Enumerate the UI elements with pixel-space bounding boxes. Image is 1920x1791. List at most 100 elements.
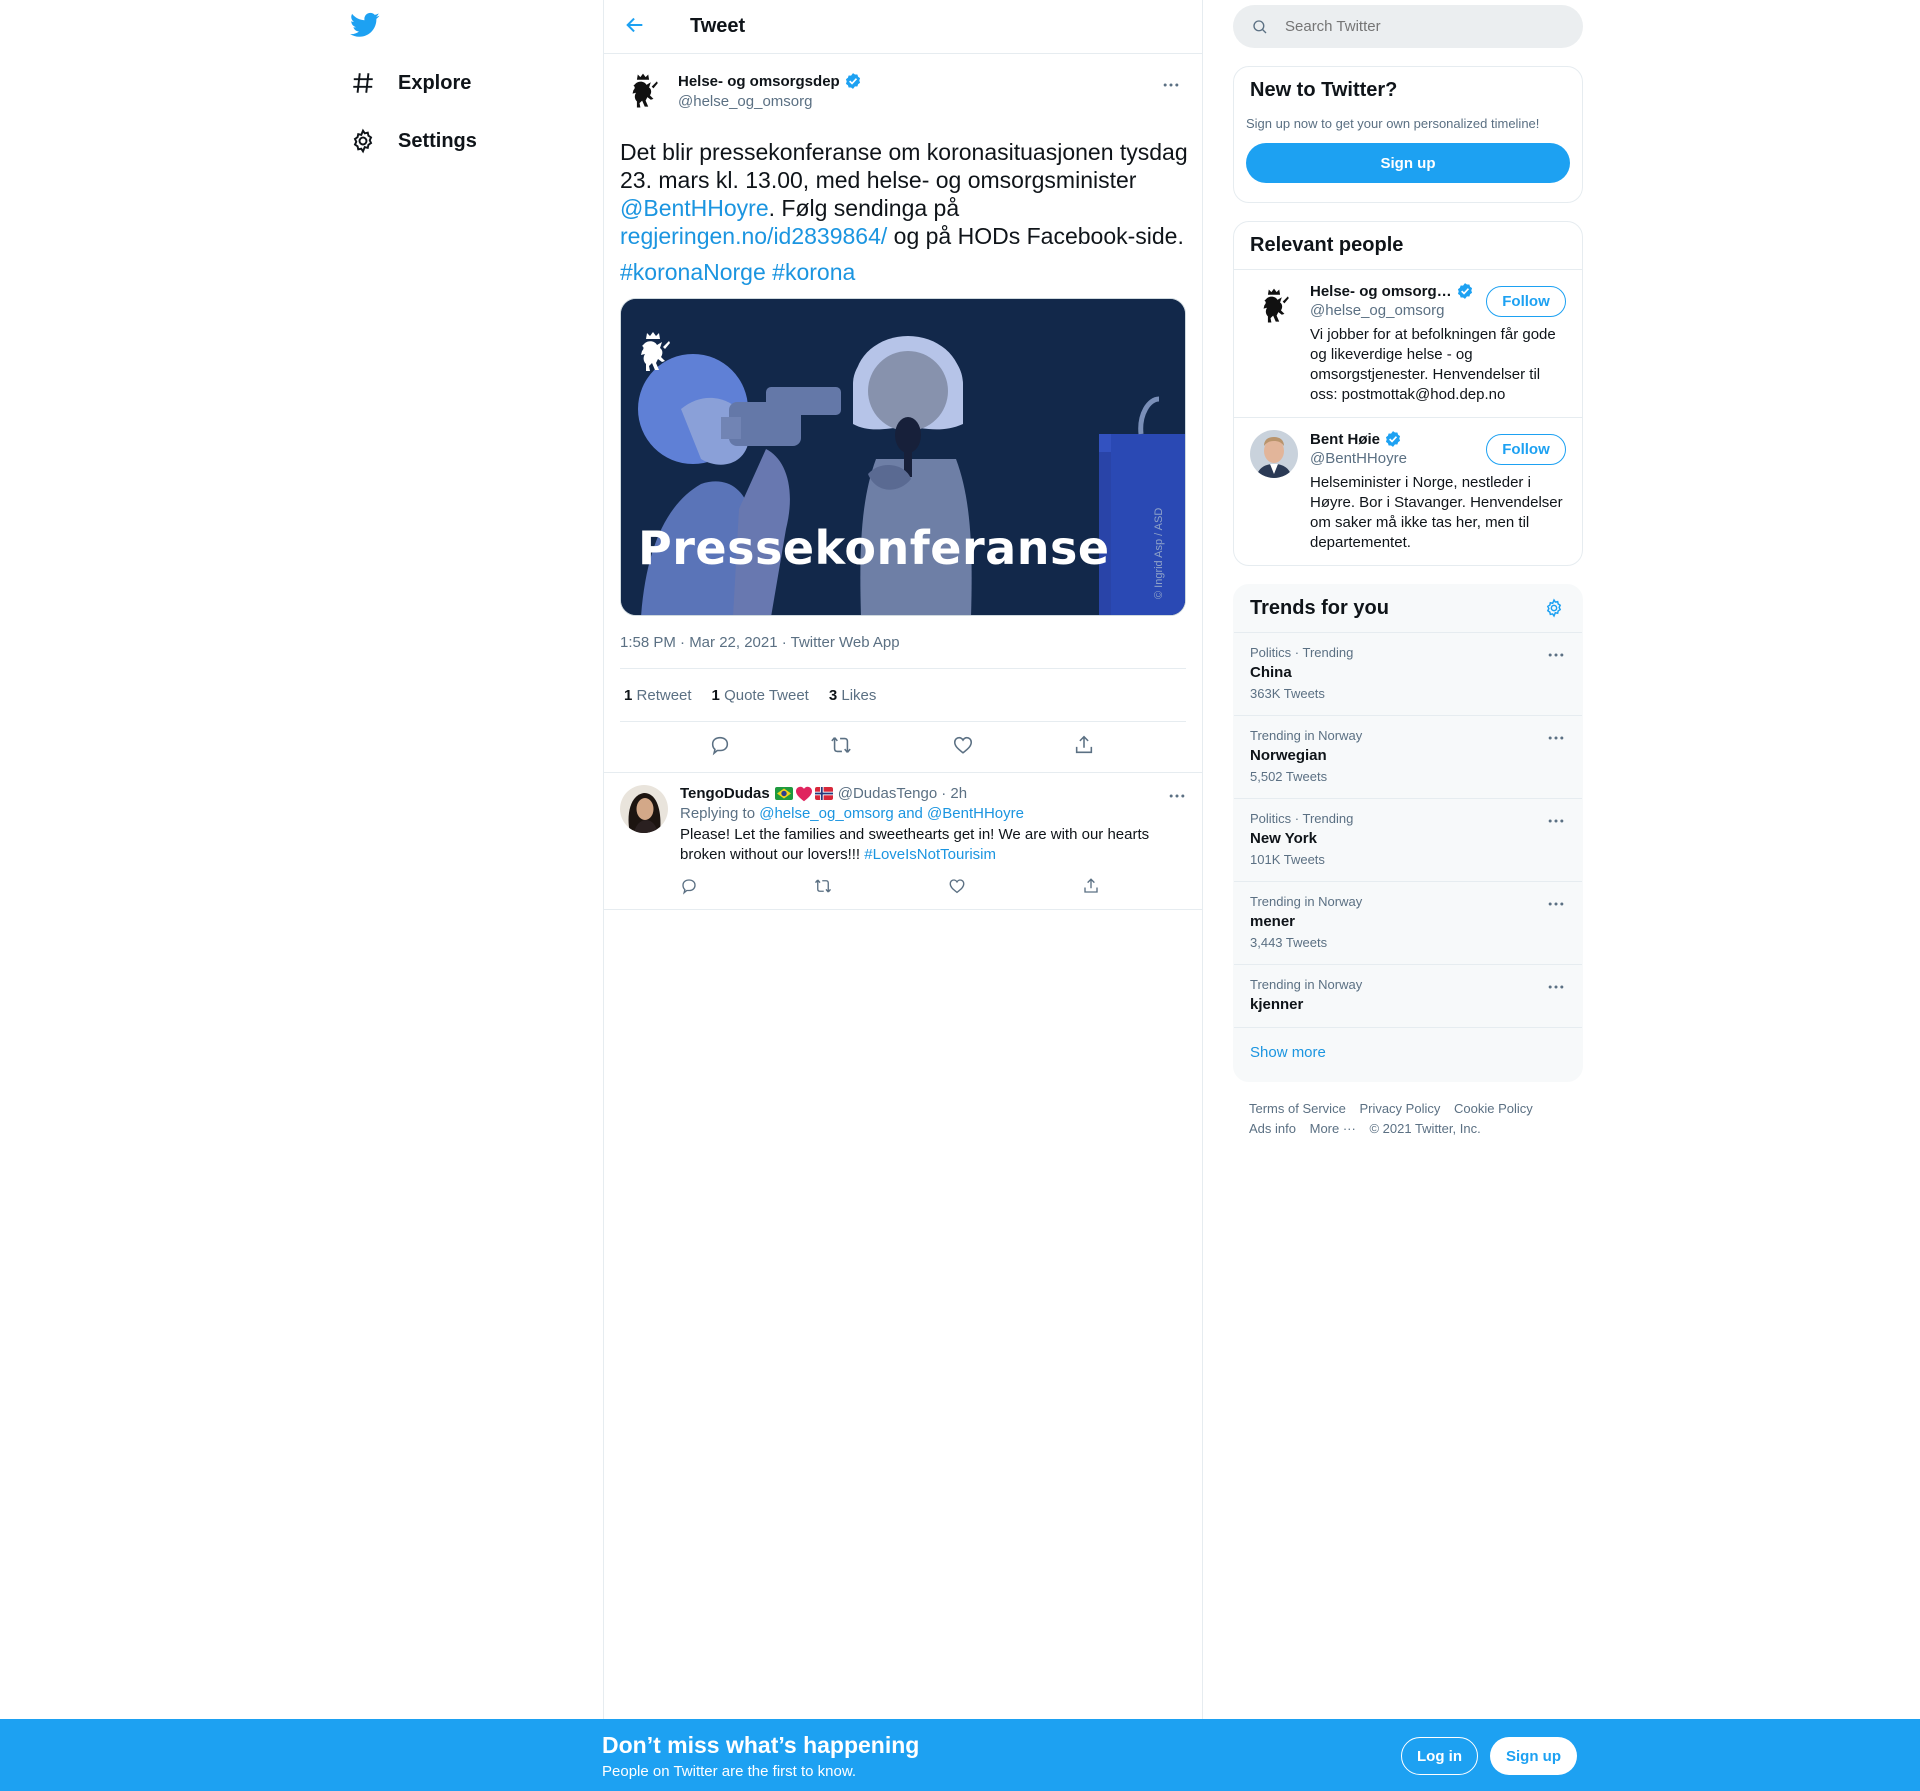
quotes-count: 1 bbox=[711, 686, 720, 704]
tweet-stats: 1 Retweet 1 Quote Tweet 3 Likes bbox=[620, 669, 1186, 722]
tweet-timestamp[interactable]: 1:58 PM · Mar 22, 2021 · Twitter Web App bbox=[620, 634, 1186, 669]
trend-more-icon[interactable] bbox=[1546, 645, 1566, 665]
new-to-twitter-subtitle: Sign up now to get your own personalized… bbox=[1246, 116, 1540, 131]
trend-item[interactable]: Trending in Norway Norwegian 5,502 Tweet… bbox=[1234, 716, 1582, 799]
nav-explore-label: Explore bbox=[398, 71, 472, 94]
trend-item[interactable]: Trending in Norway kjenner bbox=[1234, 965, 1582, 1028]
retweets-stat[interactable]: 1 Retweet bbox=[624, 687, 692, 704]
reply-author-name[interactable]: TengoDudas bbox=[680, 785, 770, 802]
twitter-logo-icon[interactable] bbox=[350, 10, 384, 44]
hashtag-icon bbox=[350, 70, 376, 96]
more-link[interactable]: More ··· bbox=[1310, 1121, 1356, 1136]
login-button[interactable]: Log in bbox=[1401, 1737, 1478, 1775]
reply-author-handle[interactable]: @DudasTengo bbox=[838, 785, 937, 802]
main-column: Tweet Helse- og omsorgsdep @helse_og_oms… bbox=[603, 0, 1203, 1791]
person-item[interactable]: Helse- og omsorg… @helse_og_omsorg Vi jo… bbox=[1234, 270, 1582, 418]
main-tweet: Helse- og omsorgsdep @helse_og_omsorg De… bbox=[604, 54, 1202, 770]
show-more-link[interactable]: Show more bbox=[1234, 1028, 1582, 1081]
retweet-icon[interactable] bbox=[830, 734, 854, 758]
verified-badge-icon bbox=[1457, 283, 1472, 299]
back-arrow-icon[interactable] bbox=[624, 14, 650, 40]
reply-avatar[interactable] bbox=[620, 785, 668, 833]
trend-item[interactable]: Politics · Trending China 363K Tweets bbox=[1234, 633, 1582, 716]
person-item[interactable]: Bent Høie @BentHHoyre Helseminister i No… bbox=[1234, 418, 1582, 565]
nav-settings-label: Settings bbox=[398, 129, 477, 152]
cookie-link[interactable]: Cookie Policy bbox=[1454, 1101, 1533, 1116]
url-link[interactable]: regjeringen.no/id2839864/ bbox=[620, 223, 887, 249]
bottom-bar-subtitle: People on Twitter are the first to know. bbox=[602, 1763, 857, 1780]
author-name-row[interactable]: Helse- og omsorgsdep bbox=[678, 72, 862, 90]
verified-badge-icon bbox=[845, 73, 860, 89]
reply-body: TengoDudas @DudasTengo · 2h Replying to … bbox=[680, 785, 1188, 899]
terms-link[interactable]: Terms of Service bbox=[1249, 1101, 1346, 1116]
trend-count: 3,443 Tweets bbox=[1250, 935, 1328, 950]
reply-like-icon[interactable] bbox=[948, 877, 966, 897]
hashtag-link-1[interactable]: #koronaNorge bbox=[620, 259, 766, 285]
reply-header: TengoDudas @DudasTengo · 2h bbox=[680, 785, 1188, 802]
trend-item[interactable]: Trending in Norway mener 3,443 Tweets bbox=[1234, 882, 1582, 965]
trend-more-icon[interactable] bbox=[1546, 894, 1566, 914]
trends-card: Trends for you Politics · Trending China… bbox=[1233, 584, 1583, 1082]
signup-button[interactable]: Sign up bbox=[1490, 1737, 1577, 1775]
nav-explore[interactable]: Explore bbox=[350, 63, 471, 103]
norway-flag-icon bbox=[814, 787, 833, 800]
trend-more-icon[interactable] bbox=[1546, 811, 1566, 831]
reply-tweet[interactable]: TengoDudas @DudasTengo · 2h Replying to … bbox=[604, 772, 1202, 910]
reply-retweet-icon[interactable] bbox=[814, 877, 832, 897]
right-sidebar: New to Twitter? Sign up now to get your … bbox=[1233, 0, 1583, 1139]
nav-settings[interactable]: Settings bbox=[350, 121, 477, 161]
search-bar[interactable] bbox=[1233, 5, 1583, 48]
reply-hashtag[interactable]: #LoveIsNotTourisim bbox=[864, 846, 996, 863]
trend-more-icon[interactable] bbox=[1546, 728, 1566, 748]
relevant-people-title: Relevant people bbox=[1234, 222, 1582, 270]
sidebar-signup-button[interactable]: Sign up bbox=[1246, 143, 1570, 183]
footer-links: Terms of Service Privacy Policy Cookie P… bbox=[1233, 1082, 1583, 1139]
author-info: Helse- og omsorgsdep @helse_og_omsorg bbox=[678, 68, 862, 126]
tweet-image[interactable]: Pressekonferanse © Ingrid Asp / ASD bbox=[620, 298, 1186, 616]
person-name: Bent Høie bbox=[1310, 430, 1381, 448]
mention-link[interactable]: @BentHHoyre bbox=[620, 195, 769, 221]
tweet-header: Helse- og omsorgsdep @helse_og_omsorg bbox=[620, 68, 1186, 126]
trend-name: Norwegian bbox=[1250, 747, 1327, 764]
reply-reply-icon[interactable] bbox=[680, 877, 698, 897]
bottom-bar-title: Don’t miss what’s happening bbox=[602, 1732, 920, 1758]
reply-icon[interactable] bbox=[709, 734, 733, 758]
person-avatar[interactable] bbox=[1250, 282, 1298, 330]
search-input[interactable] bbox=[1285, 18, 1545, 35]
privacy-link[interactable]: Privacy Policy bbox=[1359, 1101, 1440, 1116]
image-credit-text: © Ingrid Asp / ASD bbox=[1153, 507, 1165, 599]
brazil-flag-icon bbox=[774, 787, 793, 800]
reply-actions bbox=[680, 875, 1188, 899]
reply-more-options-icon[interactable] bbox=[1162, 781, 1192, 811]
author-handle[interactable]: @helse_og_omsorg bbox=[678, 93, 862, 110]
coat-of-arms-lion-icon bbox=[1263, 288, 1289, 323]
image-title-text: Pressekonferanse bbox=[638, 521, 1110, 575]
like-icon[interactable] bbox=[952, 734, 976, 758]
retweets-label: Retweet bbox=[636, 686, 692, 704]
coat-of-arms-lion-icon bbox=[632, 73, 658, 108]
replying-to-users[interactable]: @helse_og_omsorg and @BentHHoyre bbox=[759, 805, 1024, 822]
tweet-actions bbox=[620, 722, 1186, 770]
tweet-text-part-2: . Følg sendinga på bbox=[768, 195, 960, 221]
trends-settings-gear-icon[interactable] bbox=[1544, 598, 1566, 620]
trend-more-icon[interactable] bbox=[1546, 977, 1566, 997]
share-icon[interactable] bbox=[1073, 734, 1097, 758]
more-options-icon[interactable] bbox=[1156, 70, 1186, 100]
reply-time[interactable]: · 2h bbox=[941, 785, 967, 802]
trend-meta: Trending in Norway bbox=[1250, 977, 1363, 992]
replying-to: Replying to @helse_og_omsorg and @BentHH… bbox=[680, 805, 1188, 822]
reply-share-icon[interactable] bbox=[1082, 877, 1100, 897]
follow-button[interactable]: Follow bbox=[1486, 286, 1566, 317]
trend-item[interactable]: Politics · Trending New York 101K Tweets bbox=[1234, 799, 1582, 882]
follow-button[interactable]: Follow bbox=[1486, 434, 1566, 465]
person-avatar[interactable] bbox=[1250, 430, 1298, 478]
hashtag-link-2[interactable]: #korona bbox=[772, 259, 855, 285]
quotes-stat[interactable]: 1 Quote Tweet bbox=[712, 687, 809, 704]
new-to-twitter-card: New to Twitter? Sign up now to get your … bbox=[1233, 66, 1583, 203]
likes-stat[interactable]: 3 Likes bbox=[829, 687, 877, 704]
ads-info-link[interactable]: Ads info bbox=[1249, 1121, 1296, 1136]
person-name: Helse- og omsorg… bbox=[1310, 282, 1452, 300]
trend-name: kjenner bbox=[1250, 996, 1304, 1013]
page-title: Tweet bbox=[690, 15, 746, 37]
author-avatar[interactable] bbox=[620, 68, 666, 114]
